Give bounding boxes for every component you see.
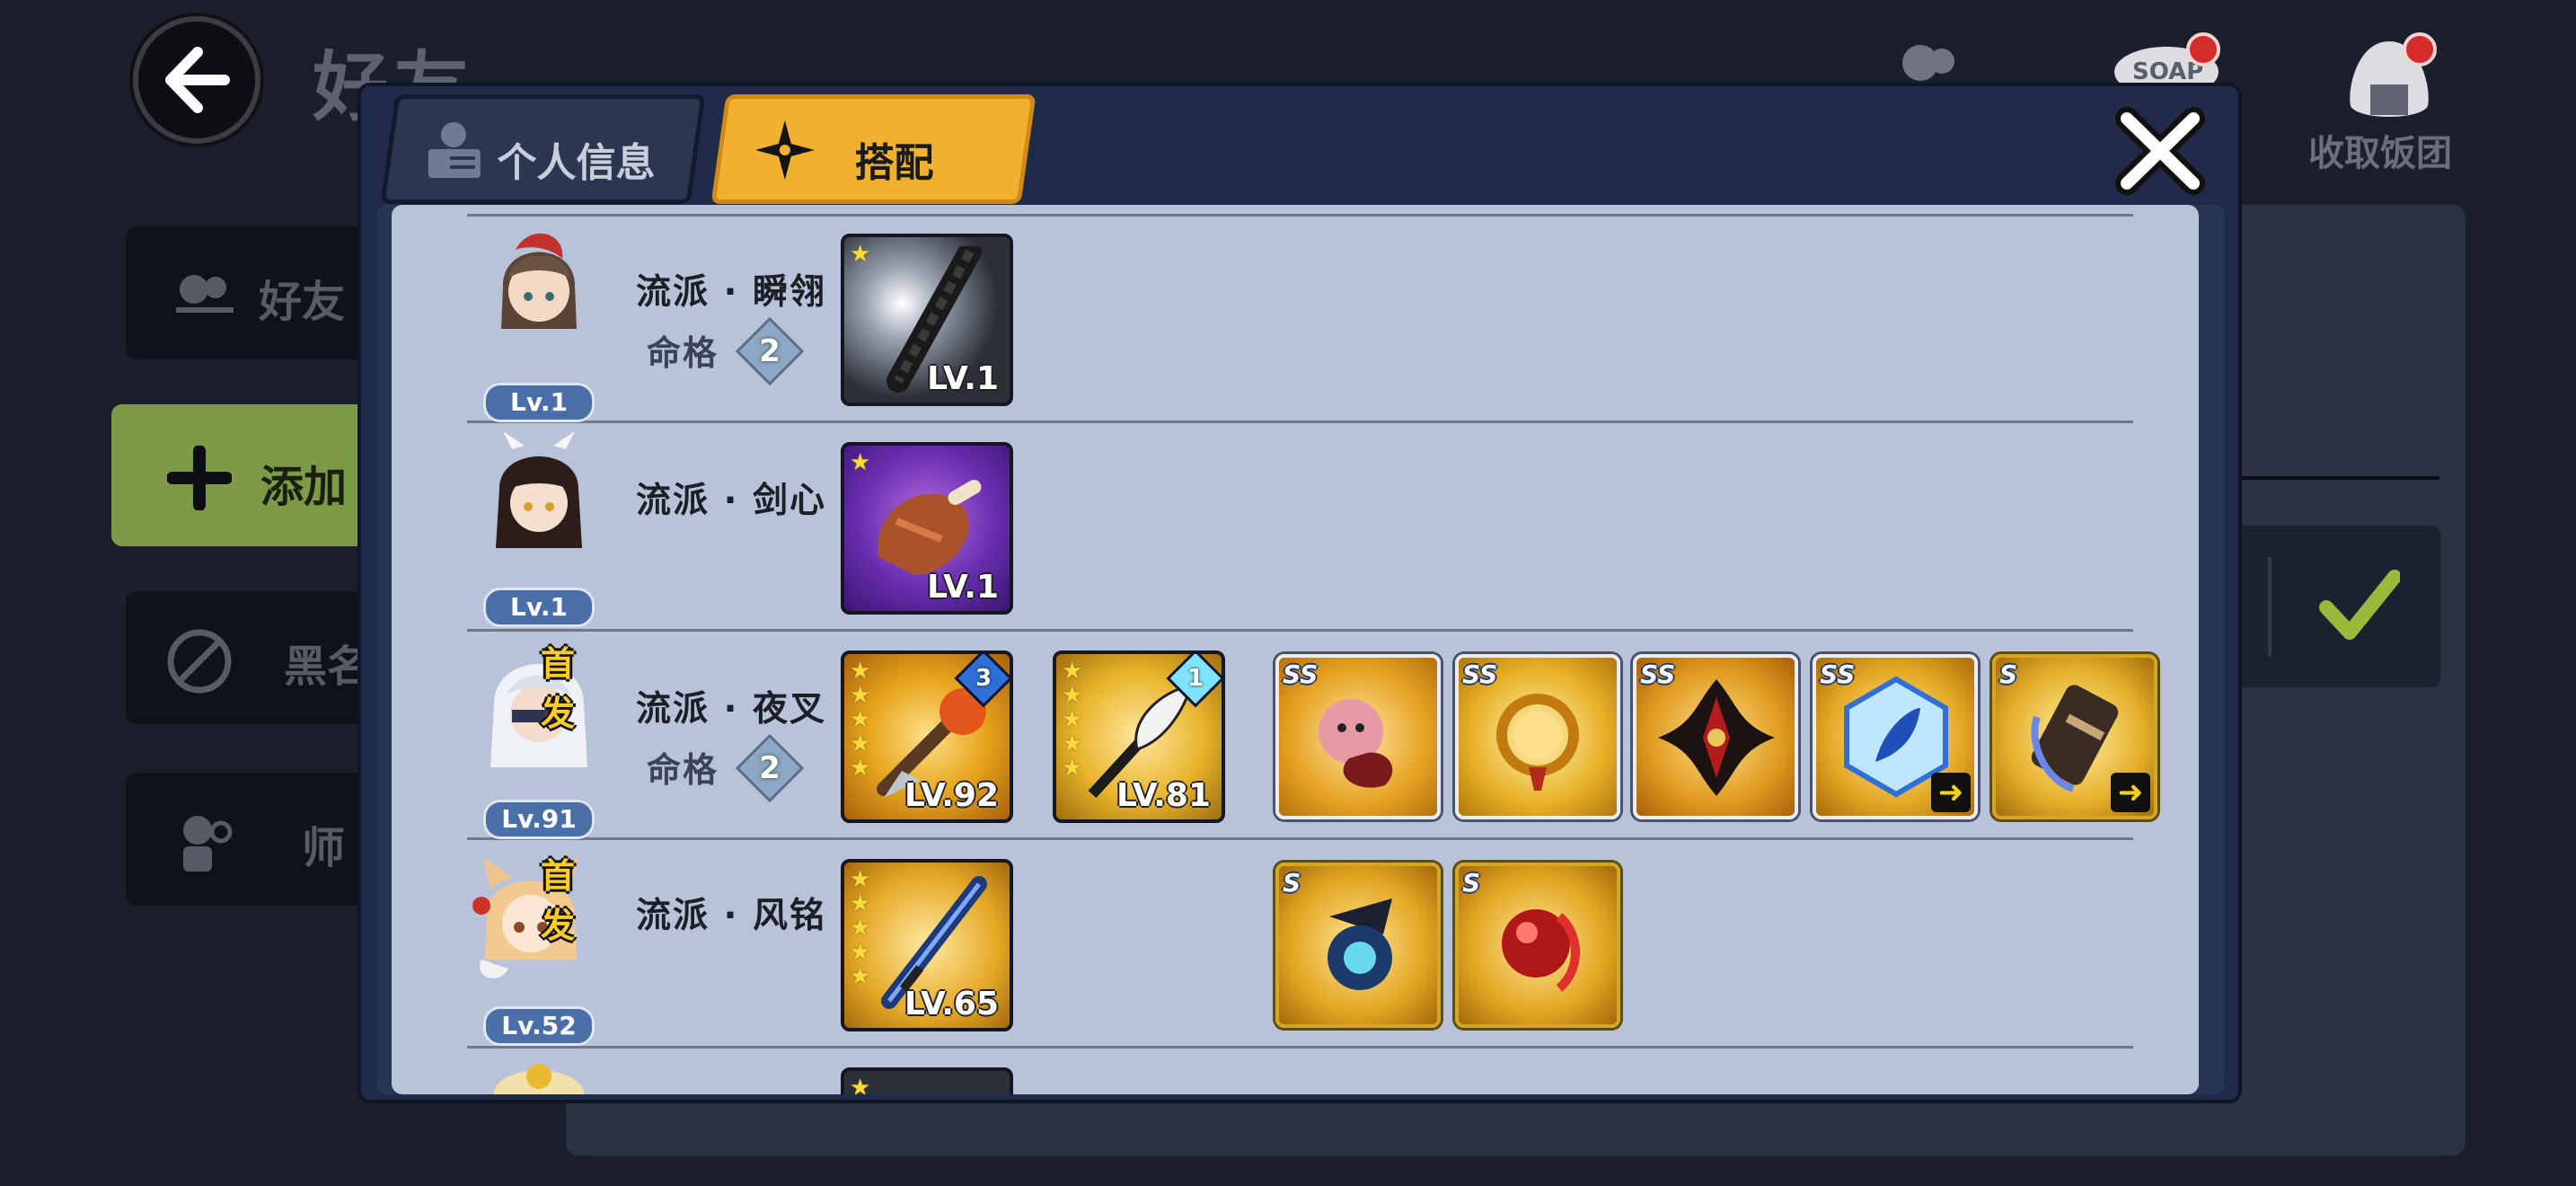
grade-label: S bbox=[1462, 868, 1481, 898]
red-gem-icon bbox=[1502, 909, 1580, 992]
grade-label: S bbox=[1999, 659, 2018, 689]
divider bbox=[2268, 557, 2272, 656]
side-item-label: 添加 bbox=[260, 462, 348, 512]
level-badge: Lv.91 bbox=[483, 800, 595, 839]
side-item-add[interactable]: 添加 bbox=[111, 404, 399, 546]
close-icon[interactable] bbox=[2111, 106, 2210, 196]
equipment-slot[interactable]: S ➜ bbox=[1992, 654, 2157, 819]
star-rating: ★ ★ ★ ★ ★ bbox=[850, 866, 871, 990]
school-name: 流派 · 剑心 bbox=[636, 481, 826, 521]
ban-icon bbox=[167, 629, 232, 694]
fate-badge: 2 bbox=[735, 316, 805, 386]
tab-label: 个人信息 bbox=[497, 140, 656, 186]
character-portrait-icon bbox=[501, 233, 577, 329]
grade-label: SS bbox=[1283, 659, 1319, 689]
character-portrait-icon bbox=[494, 1064, 584, 1094]
weapon-slot[interactable]: ★ LV.1 bbox=[841, 234, 1013, 406]
collect-rice-ball-label: 收取饭团 bbox=[2308, 133, 2452, 174]
weapon-level: LV.1 bbox=[927, 569, 999, 606]
weapon-level: LV.81 bbox=[1116, 777, 1211, 814]
row-divider bbox=[467, 837, 2133, 840]
level-badge: Lv.1 bbox=[483, 383, 595, 422]
weapon-slot[interactable]: ★ LV.1 bbox=[841, 442, 1013, 615]
character-avatar[interactable] bbox=[476, 1055, 602, 1094]
equipment-slot[interactable]: SS bbox=[1633, 654, 1798, 819]
character-avatar[interactable]: 首发 Lv.91 bbox=[476, 642, 602, 839]
back-arrow-icon bbox=[165, 47, 230, 113]
notification-dot bbox=[2186, 32, 2220, 66]
school-name: 流派 · 瞬翎 bbox=[636, 272, 826, 313]
side-item-mentor[interactable]: 师 bbox=[126, 773, 395, 906]
weapon-slot[interactable]: ★ bbox=[841, 1067, 1013, 1094]
tab-loadout[interactable]: 搭配 bbox=[710, 94, 1037, 204]
fate-label: 命格 bbox=[647, 333, 719, 373]
fate-badge: 2 bbox=[735, 733, 805, 803]
star-rating: ★ ★ ★ ★ ★ bbox=[1062, 658, 1083, 782]
star-rating: ★ ★ ★ ★ ★ bbox=[850, 658, 871, 782]
friends-icon bbox=[176, 275, 234, 313]
school-name: 流派 · 夜叉 bbox=[636, 689, 826, 730]
grade-label: SS bbox=[1462, 659, 1498, 689]
weapon-level: LV.65 bbox=[904, 986, 999, 1022]
star-rating: ★ bbox=[850, 1075, 871, 1095]
level-badge: Lv.1 bbox=[483, 588, 595, 627]
equipment-slot[interactable]: S bbox=[1275, 863, 1441, 1028]
tab-personal-info[interactable]: 个人信息 bbox=[380, 94, 706, 204]
star-rating: ★ bbox=[850, 449, 871, 476]
side-item-friends[interactable]: 好友 bbox=[126, 226, 395, 359]
character-portrait-icon bbox=[496, 431, 582, 548]
row-divider bbox=[467, 214, 2133, 217]
id-card-icon bbox=[428, 122, 481, 178]
grade-label: S bbox=[1283, 868, 1301, 898]
side-item-blacklist[interactable]: 黑名 bbox=[126, 591, 395, 724]
weapon-slot[interactable]: ★ ★ ★ ★ ★ LV.65 bbox=[841, 859, 1013, 1031]
side-item-label: 好友 bbox=[259, 277, 346, 327]
checkmark-icon[interactable] bbox=[2319, 564, 2400, 645]
upgrade-arrow-icon: ➜ bbox=[2111, 773, 2150, 812]
notification-dot bbox=[2403, 32, 2437, 66]
row-divider bbox=[467, 629, 2133, 632]
weapon-level: LV.92 bbox=[904, 777, 999, 814]
equipment-slot[interactable]: SS ➜ bbox=[1813, 654, 1978, 819]
row-divider bbox=[467, 1046, 2133, 1049]
weapon-slot[interactable]: ★ ★ ★ ★ ★ 1 LV.81 bbox=[1053, 651, 1225, 823]
row-divider bbox=[467, 420, 2133, 423]
starter-badge: 首发 bbox=[541, 644, 576, 733]
shuriken-icon bbox=[1658, 679, 1775, 796]
blue-flame-lantern-icon bbox=[1328, 898, 1392, 990]
pink-beast-icon bbox=[1319, 699, 1393, 788]
school-name: 流派 · 风铭 bbox=[636, 896, 826, 936]
weapon-slot[interactable]: ★ ★ ★ ★ ★ 3 LV.92 bbox=[841, 651, 1013, 823]
divider bbox=[2228, 476, 2439, 480]
tab-label: 搭配 bbox=[854, 140, 934, 186]
character-avatar[interactable]: Lv.1 bbox=[476, 431, 602, 627]
star-rating: ★ bbox=[850, 241, 871, 268]
upgrade-arrow-icon: ➜ bbox=[1931, 773, 1971, 812]
character-avatar[interactable]: Lv.1 bbox=[476, 223, 602, 422]
side-item-label: 师 bbox=[302, 823, 346, 873]
shuriken-icon bbox=[754, 120, 815, 180]
golden-orb-icon bbox=[1496, 694, 1579, 791]
plus-icon bbox=[167, 446, 232, 510]
equipment-slot[interactable]: S bbox=[1455, 863, 1620, 1028]
grade-label: SS bbox=[1640, 659, 1676, 689]
fate-label: 命格 bbox=[647, 750, 719, 790]
equipment-slot[interactable]: SS bbox=[1275, 654, 1441, 819]
level-badge: Lv.52 bbox=[483, 1006, 595, 1046]
weapon-level: LV.1 bbox=[927, 360, 999, 397]
character-avatar[interactable]: 首发 Lv.52 bbox=[463, 852, 595, 1046]
rice-ball-icon[interactable] bbox=[2340, 32, 2439, 124]
back-button[interactable] bbox=[133, 16, 260, 144]
equipment-slot[interactable]: SS bbox=[1455, 654, 1620, 819]
mentor-icon bbox=[183, 816, 233, 872]
grade-label: SS bbox=[1820, 659, 1856, 689]
loadout-list[interactable]: Lv.1 流派 · 瞬翎 命格 2 ★ LV.1 Lv.1 流派 · 剑心 ★ … bbox=[377, 205, 2224, 1094]
starter-badge: 首发 bbox=[541, 856, 576, 945]
